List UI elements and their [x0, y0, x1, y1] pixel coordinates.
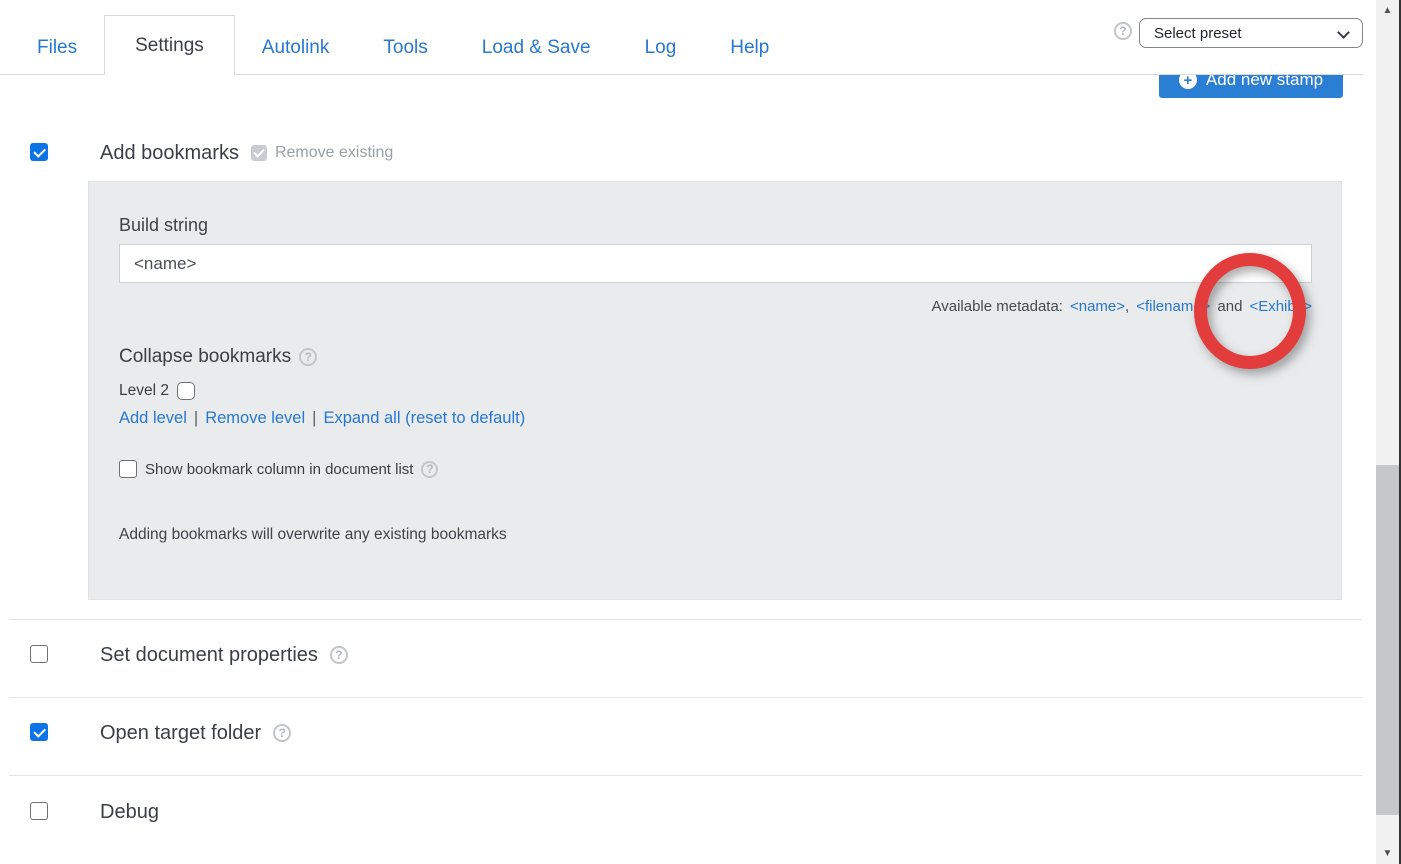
set-document-properties-label: Set document properties [100, 644, 318, 667]
scrollbar-thumb[interactable] [1376, 465, 1399, 815]
show-bookmark-column-label: Show bookmark column in document list [145, 461, 413, 478]
preset-select-value: Select preset [1154, 25, 1242, 42]
divider [9, 775, 1362, 776]
debug-label: Debug [100, 801, 159, 824]
set-document-properties-help-icon[interactable]: ? [330, 646, 348, 664]
level-row: Level 2 [119, 382, 195, 400]
remove-existing-label: Remove existing [275, 144, 393, 162]
level-links-row: Add level | Remove level | Expand all (reset… [119, 409, 525, 428]
settings-page: Files Settings Autolink Tools Load & Sav… [0, 0, 1401, 864]
vertical-scrollbar[interactable]: ▲ ▼ [1376, 0, 1399, 864]
tab-tools[interactable]: Tools [356, 37, 454, 59]
tab-load-save[interactable]: Load & Save [455, 37, 618, 59]
expand-all-link[interactable]: Expand all (reset to default) [323, 409, 525, 427]
divider [9, 619, 1362, 620]
debug-checkbox[interactable] [30, 802, 48, 820]
available-metadata-line: Available metadata: <name> , <filename> … [119, 298, 1312, 315]
show-bookmark-column-row: Show bookmark column in document list ? [119, 460, 438, 478]
tab-files[interactable]: Files [10, 37, 104, 59]
preset-help-icon[interactable]: ? [1114, 22, 1132, 40]
add-new-stamp-label: Add new stamp [1206, 75, 1323, 90]
set-document-properties-checkbox[interactable] [30, 645, 48, 663]
remove-level-link[interactable]: Remove level [205, 409, 305, 427]
collapse-bookmarks-label: Collapse bookmarks [119, 346, 291, 368]
set-document-properties-row: Set document properties ? [100, 642, 348, 668]
plus-circle-icon: + [1179, 75, 1197, 89]
build-string-input[interactable] [119, 244, 1312, 283]
debug-row: Debug [100, 799, 159, 825]
tab-log[interactable]: Log [618, 37, 704, 59]
add-bookmarks-checkbox[interactable] [30, 143, 48, 161]
add-level-link[interactable]: Add level [119, 409, 187, 427]
open-target-folder-checkbox[interactable] [30, 723, 48, 741]
metadata-and: and [1217, 298, 1242, 315]
metadata-separator: , [1125, 298, 1129, 315]
link-separator: | [194, 409, 198, 427]
open-target-folder-label: Open target folder [100, 722, 261, 745]
overwrite-note: Adding bookmarks will overwrite any exis… [119, 526, 507, 544]
metadata-prefix: Available metadata: [932, 298, 1063, 315]
divider [9, 697, 1362, 698]
metadata-link-name[interactable]: <name> [1070, 298, 1125, 315]
add-new-stamp-button[interactable]: + Add new stamp [1159, 75, 1343, 98]
collapse-bookmarks-row: Collapse bookmarks ? [119, 346, 317, 368]
add-bookmarks-panel: Build string Available metadata: <name> … [88, 181, 1342, 600]
scrollbar-up-icon[interactable]: ▲ [1376, 2, 1399, 19]
open-target-folder-row: Open target folder ? [100, 720, 291, 746]
tab-autolink[interactable]: Autolink [235, 37, 357, 59]
level-2-checkbox[interactable] [177, 382, 195, 400]
add-bookmarks-label: Add bookmarks [100, 142, 239, 165]
level-label: Level 2 [119, 382, 169, 400]
chevron-down-icon [1337, 26, 1350, 39]
add-bookmarks-header: Add bookmarks Remove existing [100, 139, 393, 167]
stamp-button-clip: + Add new stamp [1159, 75, 1343, 98]
tab-help[interactable]: Help [703, 37, 796, 59]
show-bookmark-column-checkbox[interactable] [119, 460, 137, 478]
link-separator: | [312, 409, 316, 427]
metadata-link-filename[interactable]: <filename> [1136, 298, 1210, 315]
preset-select[interactable]: Select preset [1139, 18, 1363, 48]
metadata-link-exhibit[interactable]: <Exhibit> [1249, 298, 1312, 315]
tab-settings[interactable]: Settings [104, 15, 235, 75]
show-column-help-icon[interactable]: ? [421, 461, 438, 478]
open-target-folder-help-icon[interactable]: ? [273, 724, 291, 742]
collapse-help-icon[interactable]: ? [299, 348, 317, 366]
remove-existing-checkbox [251, 145, 267, 161]
build-string-label: Build string [119, 215, 208, 236]
scrollbar-down-icon[interactable]: ▼ [1376, 845, 1399, 862]
